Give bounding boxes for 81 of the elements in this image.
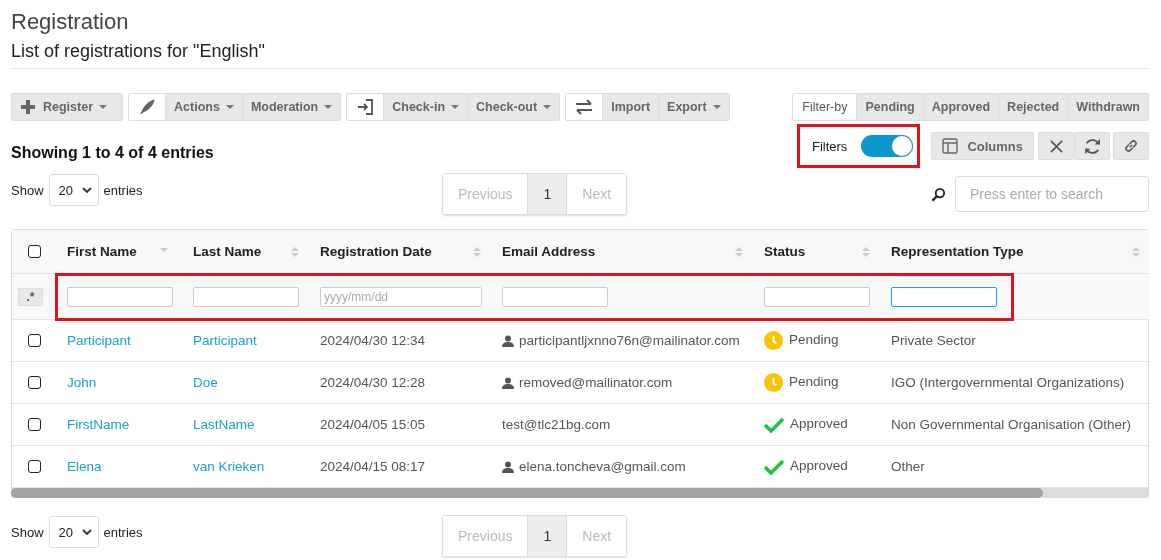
date-text: 2024/04/05 15:05 <box>320 417 426 432</box>
first-name-link[interactable]: FirstName <box>67 417 130 432</box>
status-text: Approved <box>790 415 848 431</box>
column-filter-field[interactable] <box>891 286 997 307</box>
columns-button[interactable]: Columns <box>931 132 1034 160</box>
column-header[interactable]: Email Address <box>502 244 596 259</box>
last-name-link[interactable]: van Krieken <box>193 459 265 474</box>
row-checkbox[interactable] <box>28 460 41 473</box>
column-filter-field[interactable] <box>764 286 870 307</box>
status-text: Approved <box>790 457 848 473</box>
column-header[interactable]: Representation Type <box>891 244 1024 259</box>
page-size-select[interactable]: 20 <box>48 174 99 206</box>
filter-tab[interactable]: Rejected <box>998 94 1068 120</box>
table-icon <box>942 138 959 154</box>
toolbar-button[interactable]: Check-out <box>467 94 560 120</box>
date-text: 2024/04/30 12:34 <box>320 333 426 348</box>
email-text: removed@mailinator.com <box>519 375 673 390</box>
type-text: IGO (Intergovernmental Organizations) <box>891 375 1125 390</box>
first-name-link[interactable]: Elena <box>67 459 102 474</box>
link-icon <box>1123 138 1139 154</box>
row-checkbox[interactable] <box>28 334 41 347</box>
email-text: elena.toncheva@gmail.com <box>519 459 686 474</box>
toolbar-button[interactable]: Export <box>658 94 729 120</box>
toolbar-button[interactable]: Moderation <box>241 94 341 120</box>
page-title: Registration <box>11 9 130 35</box>
page-button[interactable]: 1 <box>527 174 568 214</box>
filter-tab[interactable]: Approved <box>922 94 999 120</box>
plus-icon <box>20 99 36 115</box>
row-checkbox[interactable] <box>28 376 41 389</box>
show-label: Show <box>11 182 44 198</box>
date-text: 2024/04/30 12:28 <box>320 375 426 390</box>
filters-toggle[interactable] <box>861 135 914 157</box>
column-filter-field[interactable]: yyyy/mm/dd <box>320 286 482 307</box>
toolbar-button[interactable]: Register <box>12 94 123 120</box>
toolbar-button[interactable]: Import <box>602 94 659 120</box>
toolbar-button[interactable]: Check-in <box>383 94 468 120</box>
refresh-icon <box>1083 137 1101 155</box>
column-header[interactable]: Last Name <box>193 244 262 259</box>
feather-icon <box>139 99 156 115</box>
filter-tab[interactable]: Withdrawn <box>1067 94 1148 120</box>
chevron-icon <box>81 529 92 535</box>
filter-tab[interactable]: Pending <box>856 94 923 120</box>
column-filter-field[interactable] <box>193 286 299 307</box>
entries-label: entries <box>103 182 143 198</box>
page-subtitle: List of registrations for "English" <box>11 41 266 62</box>
last-name-link[interactable]: LastName <box>193 417 255 432</box>
swap-arrows-icon <box>575 99 594 115</box>
select-all-checkbox[interactable] <box>28 245 41 258</box>
email-text: test@tlc21bg.com <box>502 417 611 432</box>
regex-button[interactable]: .* <box>18 287 43 306</box>
column-filter-field[interactable] <box>502 286 608 307</box>
row-checkbox[interactable] <box>28 418 41 431</box>
chevron-icon <box>81 187 92 193</box>
toolbar-button[interactable]: Actions <box>165 94 242 120</box>
email-text: participantljxnno76n@mailinator.com <box>519 333 740 348</box>
column-filter-field[interactable] <box>67 286 173 307</box>
close-icon <box>1049 138 1064 154</box>
first-name-link[interactable]: Participant <box>67 333 131 348</box>
sign-in-icon <box>357 99 374 115</box>
type-text: Non Governmental Organisation (Other) <box>891 417 1132 432</box>
page-button[interactable]: 1 <box>527 516 568 556</box>
column-header[interactable]: Status <box>764 244 806 259</box>
search-icon <box>931 186 946 202</box>
status-text: Pending <box>789 373 839 389</box>
entries-summary: Showing 1 to 4 of 4 entries <box>11 143 215 162</box>
search-field[interactable]: Press enter to search <box>955 176 1149 212</box>
status-text: Pending <box>789 331 839 347</box>
last-name-link[interactable]: Participant <box>193 333 257 348</box>
show-label: Show <box>11 524 44 540</box>
filters-label: Filters <box>812 138 848 154</box>
page-size-select[interactable]: 20 <box>48 516 99 548</box>
type-text: Private Sector <box>891 333 976 348</box>
entries-label: entries <box>103 524 143 540</box>
refresh-button[interactable] <box>1074 132 1110 160</box>
column-header[interactable]: First Name <box>67 244 137 259</box>
date-text: 2024/04/15 08:17 <box>320 459 426 474</box>
clear-button[interactable] <box>1038 132 1074 160</box>
link-button[interactable] <box>1113 132 1149 160</box>
first-name-link[interactable]: John <box>67 375 97 390</box>
last-name-link[interactable]: Doe <box>193 375 218 390</box>
type-text: Other <box>891 459 925 474</box>
